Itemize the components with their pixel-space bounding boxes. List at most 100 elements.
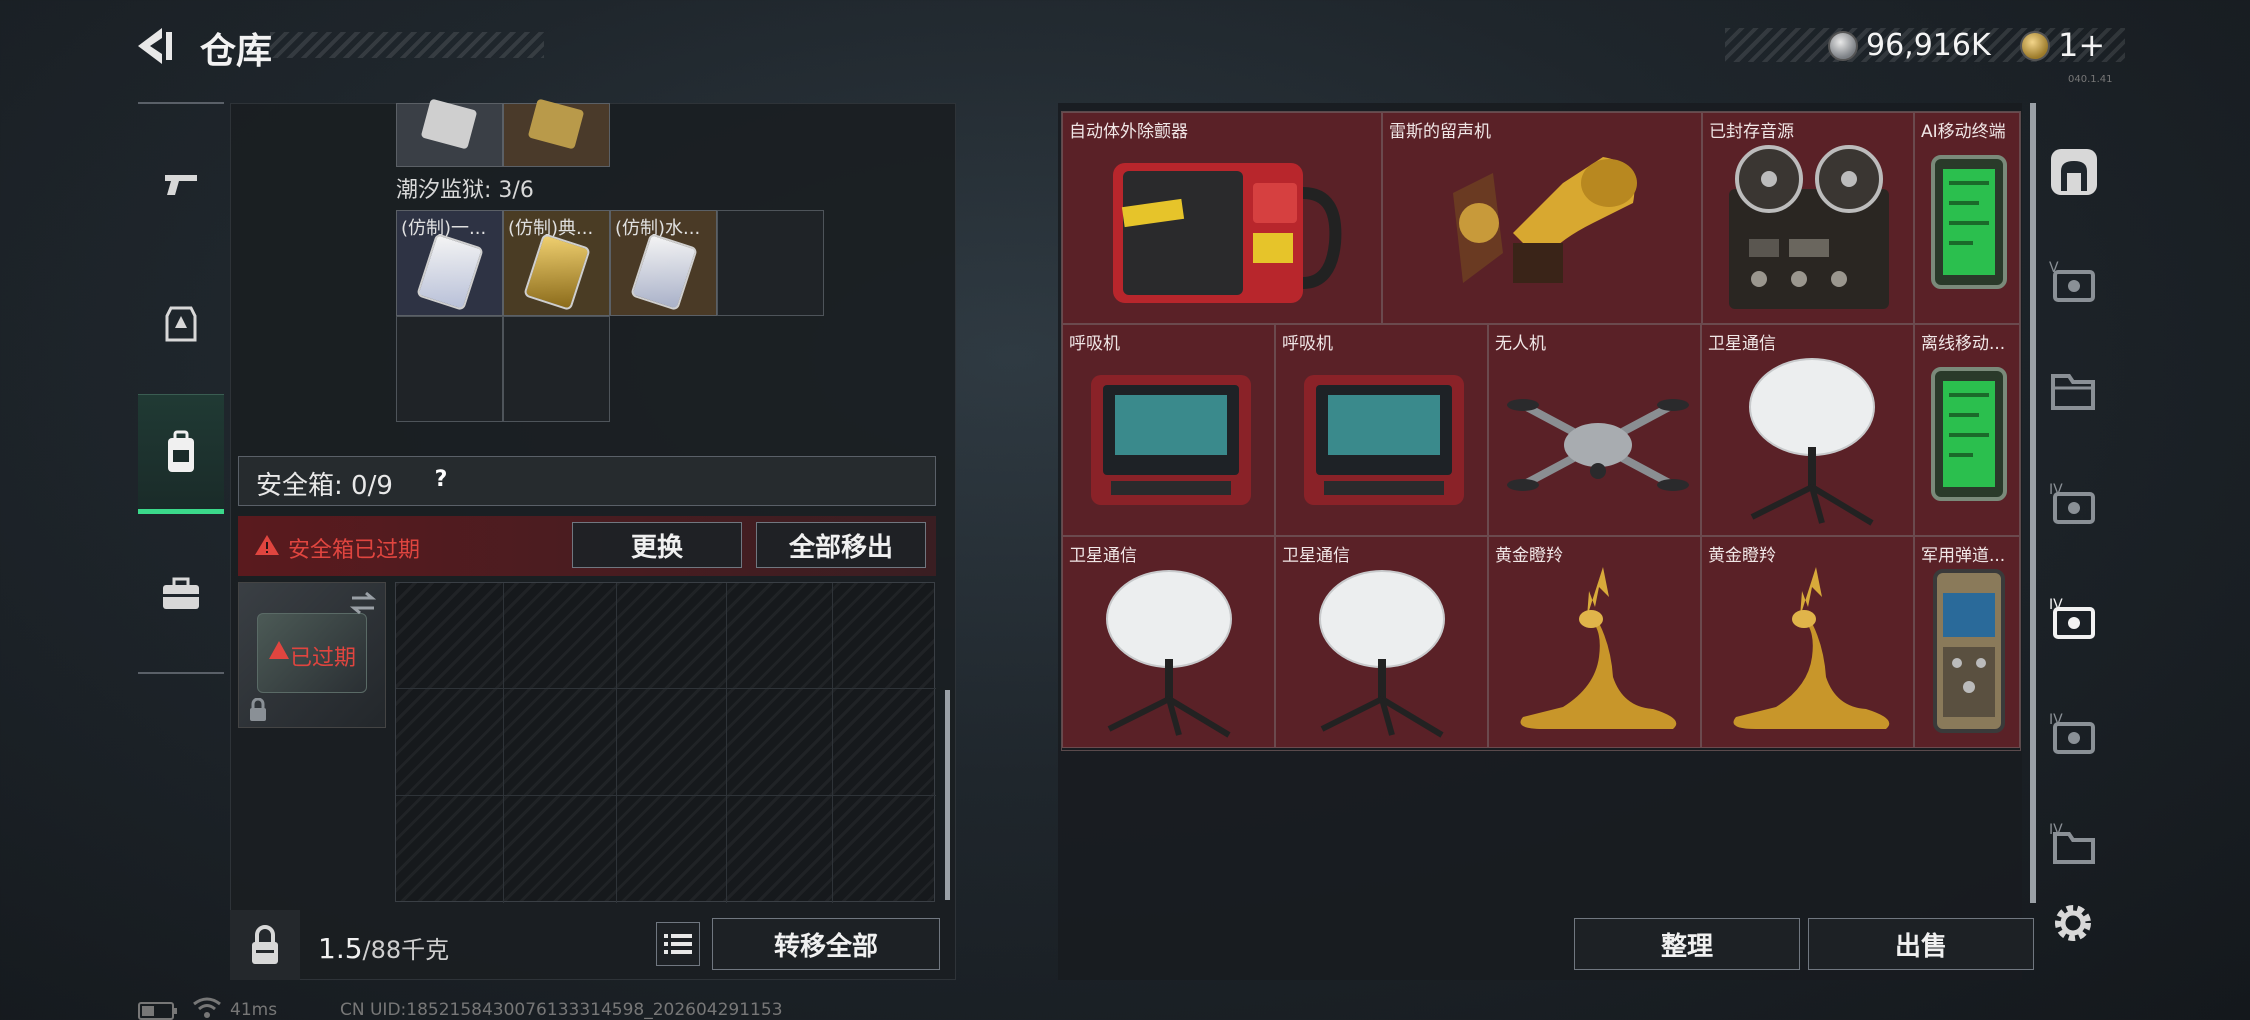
settings-button[interactable]	[2050, 900, 2096, 946]
satellite-dish-icon	[1106, 570, 1232, 738]
help-button[interactable]: ?	[426, 465, 456, 495]
sort-button[interactable]: 整理	[1574, 918, 1800, 970]
item-ventilator[interactable]: 呼吸机	[1062, 324, 1275, 536]
item-label: 呼吸机	[1282, 334, 1333, 354]
ballistic-computer-icon	[1933, 569, 2005, 733]
item-label: 雷斯的留声机	[1389, 122, 1491, 142]
storage-tab-iv[interactable]: IV	[2042, 470, 2106, 534]
expired-text: 安全箱已过期	[288, 538, 421, 563]
empty-slot[interactable]	[717, 210, 824, 316]
nav-weapon[interactable]	[138, 124, 224, 244]
item-drone[interactable]: 无人机	[1488, 324, 1701, 536]
safebox-grid[interactable]	[395, 582, 936, 903]
list-icon	[664, 934, 692, 954]
sell-button[interactable]: 出售	[1808, 918, 2034, 970]
backpack-slot[interactable]	[396, 98, 503, 167]
storage-tab-iv-2[interactable]: IV	[2042, 700, 2106, 764]
item-gramophone[interactable]: 雷斯的留声机	[1382, 112, 1702, 324]
wifi-icon	[192, 996, 222, 1020]
tape-recorder-icon	[1729, 145, 1889, 309]
storage-tab-folder[interactable]	[2042, 358, 2106, 422]
item-label: 无人机	[1495, 334, 1546, 354]
container-label: 潮汐监狱: 3/6	[396, 178, 534, 203]
item-label: AI移动终端	[1921, 122, 2006, 142]
coin-balance: 96,916K	[1866, 28, 1991, 63]
battery-icon	[138, 1002, 178, 1020]
tab-iv-active-icon: IV	[2049, 597, 2095, 639]
toolbox-icon	[163, 577, 199, 609]
backpack-icon	[168, 430, 194, 472]
golden-gazelle-icon	[1520, 567, 1677, 729]
safebox-title: 安全箱: 0/9	[256, 471, 393, 501]
item-label: 军用弹道...	[1921, 546, 2006, 566]
transfer-all-button[interactable]: 转移全部	[712, 918, 940, 970]
item-ventilator[interactable]: 呼吸机	[1275, 324, 1488, 536]
coin-icon	[1828, 31, 1858, 61]
uid-label: CN UID:1852158430076133314598_2026042911…	[340, 1000, 783, 1020]
safebox-expired-label: 已过期	[290, 646, 357, 671]
item-tape-recorder[interactable]: 已封存音源	[1702, 112, 1914, 324]
list-view-button[interactable]	[656, 922, 700, 966]
tab-iv-icon: IV	[2049, 482, 2095, 524]
tablet-icon	[1931, 155, 2007, 289]
right-nav-divider	[2030, 103, 2036, 903]
weight-value: 1.5	[318, 932, 363, 965]
nav-toolbox[interactable]	[138, 534, 224, 654]
armor-icon	[165, 306, 197, 342]
item-golden-gazelle[interactable]: 黄金瞪羚	[1488, 536, 1701, 748]
ticket-balance[interactable]: 1+	[2058, 26, 2105, 64]
storage-room-icon	[2051, 149, 2097, 195]
nav-armor[interactable]	[138, 264, 224, 384]
item-golden-gazelle[interactable]: 黄金瞪羚	[1701, 536, 1914, 748]
item-satellite[interactable]: 卫星通信	[1275, 536, 1488, 748]
pistol-icon	[165, 175, 197, 195]
replace-button[interactable]: 更换	[572, 522, 742, 568]
gramophone-icon	[1453, 157, 1637, 283]
empty-slot[interactable]	[396, 316, 503, 422]
item-card[interactable]: (仿制)一...	[396, 210, 503, 316]
item-ballistic-computer[interactable]: 军用弹道...	[1914, 536, 2020, 748]
item-card[interactable]: (仿制)水...	[610, 210, 717, 316]
weight-capacity: /88千克	[362, 936, 450, 964]
item-offline-terminal[interactable]: 离线移动...	[1914, 324, 2020, 536]
back-button[interactable]	[132, 26, 182, 66]
item-label: (仿制)典...	[508, 218, 594, 239]
storage-tab-iv-active[interactable]: IV	[2042, 585, 2106, 649]
item-ai-terminal[interactable]: AI移动终端	[1914, 112, 2020, 324]
drone-icon	[1507, 399, 1689, 491]
remove-all-button[interactable]: 全部移出	[756, 522, 926, 568]
warning-icon	[254, 533, 280, 561]
title-decoration	[270, 32, 544, 58]
backpack-slot[interactable]	[503, 98, 610, 167]
back-arrow-icon	[138, 28, 172, 64]
tab-iv-3-icon: IV	[2049, 822, 2095, 864]
nav-backpack[interactable]	[138, 394, 224, 514]
page-title: 仓库	[200, 31, 273, 72]
scrollbar[interactable]	[945, 690, 950, 900]
satellite-dish-icon	[1749, 358, 1875, 526]
storage-tab-v[interactable]: V	[2042, 248, 2106, 312]
gear-icon	[2055, 905, 2091, 941]
ventilator-icon	[1091, 375, 1251, 505]
left-nav	[138, 102, 224, 674]
swap-icon[interactable]	[348, 590, 378, 620]
item-satellite[interactable]: 卫星通信	[1701, 324, 1914, 536]
tab-iv-2-icon: IV	[2049, 712, 2095, 754]
item-aed[interactable]: 自动体外除颤器	[1062, 112, 1382, 324]
weight-indicator: 1.5/88千克	[318, 930, 449, 965]
expired-warning-icon	[268, 640, 290, 664]
satellite-dish-icon	[1319, 570, 1445, 738]
version-tag: 040.1.41	[2068, 74, 2113, 85]
folder-icon	[2051, 374, 2095, 410]
tab-v-icon: V	[2049, 260, 2095, 302]
lock-icon	[252, 925, 278, 964]
item-card[interactable]: (仿制)典...	[503, 210, 610, 316]
item-satellite[interactable]: 卫星通信	[1062, 536, 1275, 748]
storage-tab-iv-3[interactable]: IV	[2042, 810, 2106, 874]
item-label: (仿制)水...	[615, 218, 701, 239]
storage-room-tab[interactable]	[2042, 140, 2106, 204]
keycard-icon	[523, 232, 591, 312]
ping-indicator: 41ms	[230, 1000, 278, 1020]
empty-slot[interactable]	[503, 316, 610, 422]
weight-lock-button[interactable]	[230, 910, 300, 980]
